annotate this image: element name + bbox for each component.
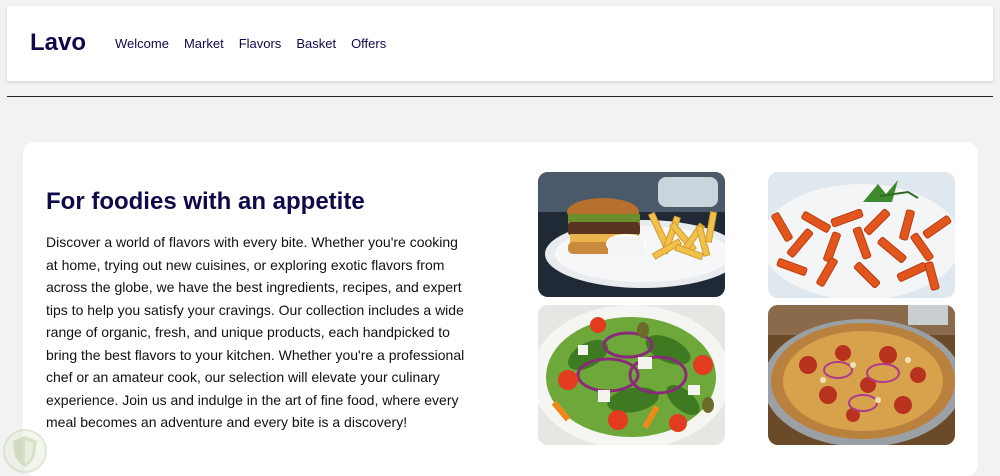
salad-image — [538, 305, 725, 445]
nav-market[interactable]: Market — [184, 36, 224, 51]
hero-title: For foodies with an appetite — [46, 188, 365, 215]
penne-pasta-image — [768, 172, 955, 298]
pizza-image — [768, 305, 955, 445]
nav-offers[interactable]: Offers — [351, 36, 386, 51]
hero-description: Discover a world of flavors with every b… — [46, 234, 465, 430]
nav-basket[interactable]: Basket — [296, 36, 336, 51]
nav-welcome[interactable]: Welcome — [115, 36, 169, 51]
site-header: Lavo Welcome Market Flavors Basket Offer… — [7, 6, 993, 81]
nav-flavors[interactable]: Flavors — [239, 36, 282, 51]
brand-logo[interactable]: Lavo — [30, 29, 86, 57]
burger-fries-image — [538, 172, 725, 297]
shield-watermark-icon — [3, 428, 47, 474]
main-nav: Welcome Market Flavors Basket Offers — [115, 36, 386, 51]
hero-card: For foodies with an appetite Discover a … — [23, 142, 978, 476]
header-divider — [7, 96, 993, 97]
